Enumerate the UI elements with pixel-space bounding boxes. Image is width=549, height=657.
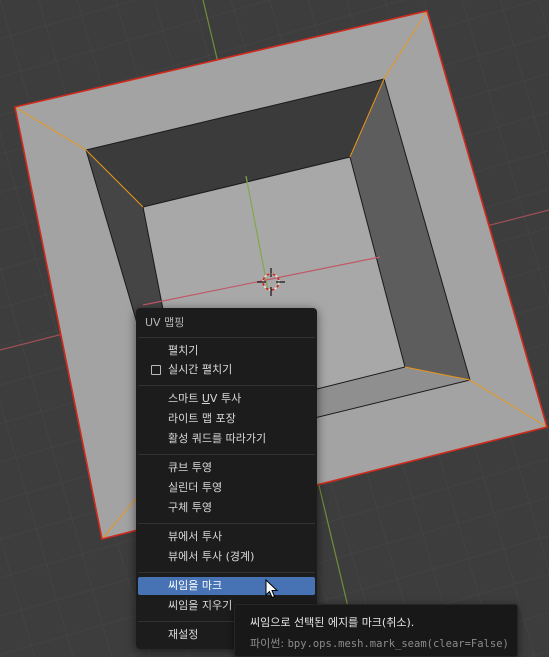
menu-item-label: 라이트 맵 포장 — [168, 412, 236, 425]
menu-item-label: 스마트 UV 투사 — [168, 392, 242, 405]
menu-item-cylinder-projection[interactable]: 실린더 투영 — [138, 479, 315, 497]
menu-item-label: 재설정 — [168, 628, 199, 641]
menu-item-label: 씨임을 마크 — [168, 579, 223, 592]
menu-item-unwrap[interactable]: 펼치기 — [138, 342, 315, 360]
menu-title: UV 맵핑 — [145, 316, 185, 329]
mouse-pointer-icon — [265, 579, 279, 599]
menu-item-project-from-view-bounds[interactable]: 뷰에서 투사 (경계) — [138, 548, 315, 566]
menu-separator — [138, 385, 315, 386]
menu-item-follow-active-quads[interactable]: 활성 쿼드를 따라가기 — [138, 430, 315, 448]
menu-item-label: 펼치기 — [168, 344, 199, 357]
menu-item-cube-projection[interactable]: 큐브 투영 — [138, 459, 315, 477]
menu-item-live-unwrap[interactable]: 실시간 펼치기 — [138, 361, 315, 379]
menu-separator — [138, 523, 315, 524]
menu-item-project-from-view[interactable]: 뷰에서 투사 — [138, 528, 315, 546]
menu-separator — [138, 454, 315, 455]
tooltip-python-code: bpy.ops.mesh.mark_seam(clear=False) — [287, 638, 509, 650]
tooltip-python-label: 파이썬: — [250, 637, 285, 650]
menu-item-smart-uv-project[interactable]: 스마트 UV 투사 — [138, 390, 315, 408]
menu-item-label: 큐브 투영 — [168, 461, 212, 474]
menu-separator — [138, 572, 315, 573]
uv-mapping-menu: UV 맵핑 펼치기 실시간 펼치기 스마트 UV 투사 라이트 맵 포장 활성 … — [136, 308, 317, 649]
menu-item-mark-seam[interactable]: 씨임을 마크 — [138, 577, 315, 595]
menu-item-label: 활성 쿼드를 따라가기 — [168, 432, 267, 445]
menu-item-label: 실시간 펼치기 — [168, 363, 233, 376]
menu-item-sphere-projection[interactable]: 구체 투영 — [138, 499, 315, 517]
tooltip: 씨임으로 선택된 에지를 마크(취소). 파이썬: bpy.ops.mesh.m… — [234, 604, 518, 657]
live-unwrap-checkbox[interactable] — [151, 365, 161, 375]
menu-item-label: 씨임을 지우기 — [168, 599, 233, 612]
menu-item-label: 뷰에서 투사 (경계) — [168, 550, 255, 563]
tooltip-python: 파이썬: bpy.ops.mesh.mark_seam(clear=False) — [250, 635, 509, 651]
menu-separator — [138, 337, 315, 338]
tooltip-description: 씨임으로 선택된 에지를 마크(취소). — [250, 616, 415, 629]
menu-item-label: 구체 투영 — [168, 501, 212, 514]
menu-item-label: 뷰에서 투사 — [168, 530, 223, 543]
menu-item-lightmap-pack[interactable]: 라이트 맵 포장 — [138, 410, 315, 428]
menu-item-label: 실린더 투영 — [168, 481, 223, 494]
